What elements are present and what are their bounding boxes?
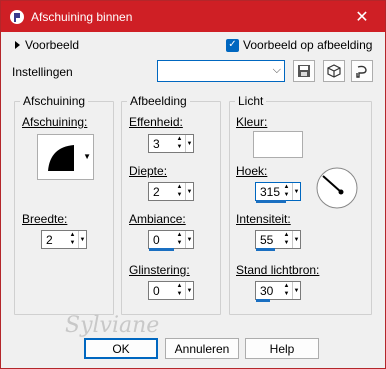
close-button[interactable]: ✕ — [339, 1, 385, 32]
spinner-arrows-icon: ▲ ▼ — [283, 283, 290, 297]
elevation-value: 30 — [260, 284, 274, 298]
ambience-spinner[interactable]: 0 ▲ ▼ ▼ — [148, 230, 194, 249]
reset-icon — [327, 64, 341, 78]
expand-arrow-icon — [15, 41, 20, 49]
close-icon: ✕ — [355, 8, 369, 26]
preview-expander[interactable]: Voorbeeld — [15, 38, 79, 52]
slider-dropdown-icon: ▼ — [185, 282, 193, 299]
watermark-text: Sylviane — [65, 313, 160, 338]
depth-spinner[interactable]: 2 ▲ ▼ ▼ — [148, 182, 194, 201]
spinner-arrows-icon: ▲ ▼ — [69, 232, 76, 246]
chevron-down-icon: ▼ — [83, 152, 91, 161]
save-preset-icon — [298, 65, 310, 77]
ok-button-label: OK — [112, 341, 130, 356]
slider-dropdown-icon: ▼ — [292, 282, 300, 299]
save-preset-button[interactable] — [293, 60, 315, 82]
shininess-label: Glinstering: — [129, 263, 190, 277]
width-spinner[interactable]: 2 ▲ ▼ ▼ — [41, 230, 87, 249]
image-group-title: Afbeelding — [127, 94, 190, 108]
ambience-slider-bar — [149, 248, 174, 251]
ambience-value: 0 — [153, 233, 160, 247]
angle-slider-bar — [256, 200, 286, 203]
bevel-shape-picker[interactable]: ▼ — [37, 134, 94, 180]
bevel-shape-icon — [48, 145, 74, 171]
spinner-arrows-icon: ▲ ▼ — [176, 184, 183, 198]
bevel-group-title: Afschuining — [20, 94, 89, 108]
preview-on-image-checkbox[interactable]: ✓ Voorbeeld op afbeelding — [226, 38, 372, 52]
app-icon — [10, 9, 24, 24]
settings-label: Instellingen — [12, 65, 73, 79]
help-button-label: Help — [269, 341, 295, 356]
intensity-value: 55 — [260, 233, 274, 247]
cancel-button[interactable]: Annuleren — [165, 338, 239, 359]
width-label: Breedte: — [22, 212, 68, 226]
window-title: Afschuining binnen — [31, 9, 133, 24]
delete-preset-icon — [356, 65, 367, 78]
title-bar: Afschuining binnen ✕ — [1, 1, 385, 32]
elevation-slider-bar — [256, 299, 270, 302]
smoothness-spinner[interactable]: 3 ▲ ▼ ▼ — [148, 134, 194, 153]
spinner-arrows-icon: ▲ ▼ — [176, 136, 183, 150]
help-button[interactable]: Help — [245, 338, 319, 359]
angle-label: Hoek: — [236, 164, 268, 178]
elevation-label: Stand lichtbron: — [236, 263, 320, 277]
slider-dropdown-icon: ▼ — [185, 135, 193, 152]
shininess-spinner[interactable]: 0 ▲ ▼ ▼ — [148, 281, 194, 300]
spinner-arrows-icon: ▲ ▼ — [283, 184, 290, 198]
intensity-spinner[interactable]: 55 ▲ ▼ ▼ — [255, 230, 301, 249]
spinner-arrows-icon: ▲ ▼ — [176, 283, 183, 297]
light-color-swatch[interactable] — [253, 131, 303, 158]
delete-preset-button[interactable] — [351, 60, 373, 82]
spinner-arrows-icon: ▲ ▼ — [283, 232, 290, 246]
light-group-title: Licht — [235, 94, 267, 108]
cancel-button-label: Annuleren — [174, 341, 230, 356]
slider-dropdown-icon: ▼ — [185, 183, 193, 200]
checkbox-check-icon: ✓ — [226, 38, 239, 52]
spinner-arrows-icon: ▲ ▼ — [176, 232, 183, 246]
light-color-label: Kleur: — [236, 115, 268, 129]
depth-value: 2 — [153, 185, 160, 199]
smoothness-value: 3 — [153, 137, 160, 151]
chevron-down-icon: ⌵ — [272, 64, 281, 76]
intensity-slider-bar — [256, 248, 275, 251]
reset-button[interactable] — [323, 60, 345, 82]
dialog-window: Afschuining binnen ✕ Voorbeeld ✓ Voorbee… — [0, 0, 386, 369]
slider-dropdown-icon: ▼ — [78, 231, 86, 248]
depth-label: Diepte: — [129, 164, 168, 178]
angle-dial-icon[interactable] — [315, 166, 359, 210]
settings-dropdown[interactable]: ⌵ — [157, 60, 285, 82]
elevation-spinner[interactable]: 30 ▲ ▼ ▼ — [255, 281, 301, 300]
slider-dropdown-icon: ▼ — [185, 231, 193, 248]
preview-expander-label: Voorbeeld — [25, 38, 80, 52]
preview-on-image-label: Voorbeeld op afbeelding — [243, 38, 373, 52]
ambience-label: Ambiance: — [129, 212, 186, 226]
shininess-value: 0 — [153, 284, 160, 298]
intensity-label: Intensiteit: — [236, 212, 291, 226]
ok-button[interactable]: OK — [84, 338, 158, 359]
bevel-shape-label: Afschuining: — [22, 115, 88, 129]
slider-dropdown-icon: ▼ — [292, 231, 300, 248]
smoothness-label: Effenheid: — [129, 115, 183, 129]
angle-spinner[interactable]: 315 ▲ ▼ ▼ — [255, 182, 301, 201]
width-value: 2 — [46, 233, 53, 247]
angle-value: 315 — [260, 185, 281, 199]
slider-dropdown-icon: ▼ — [292, 183, 300, 200]
